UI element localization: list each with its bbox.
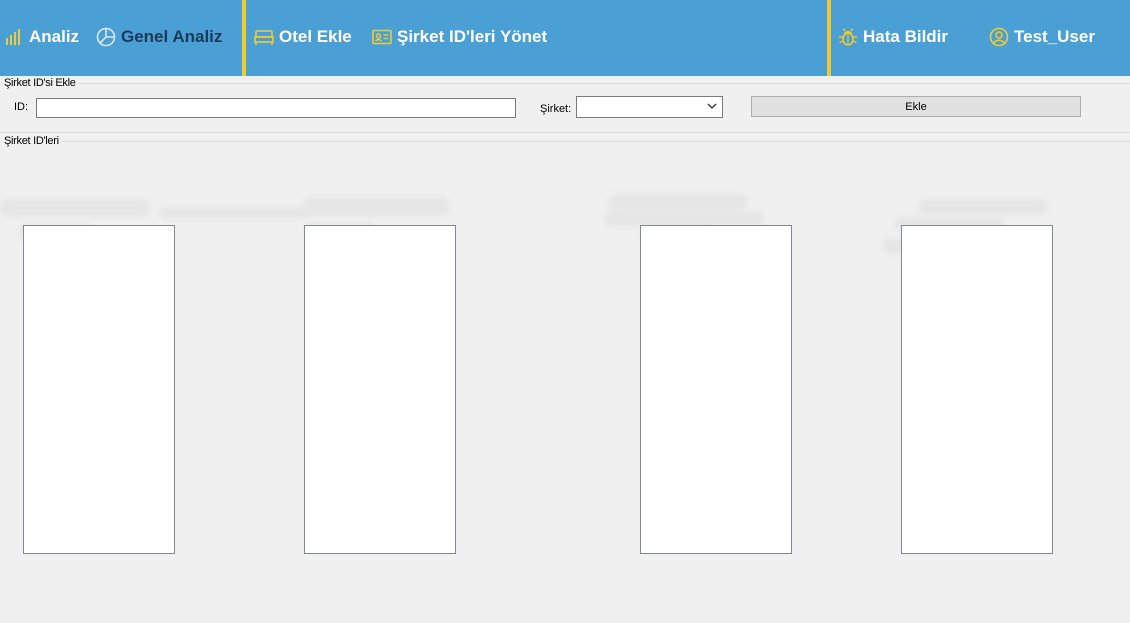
nav-hata-bildir[interactable]: Hata Bildir [837, 25, 948, 49]
nav-hata-bildir-label: Hata Bildir [863, 27, 949, 46]
redacted-label [918, 199, 1048, 215]
list-group-title: Şirket ID'leri [4, 135, 61, 147]
nav-sirket-id-yonet-label: Şirket ID'leri Yönet [397, 27, 548, 46]
nav-separator [242, 0, 246, 76]
nav-genel-analiz[interactable]: Genel Analiz [95, 25, 222, 49]
company-id-listbox[interactable] [304, 225, 456, 554]
user-circle-icon [988, 26, 1010, 48]
bug-icon [837, 26, 859, 48]
groupbox-border [62, 141, 1130, 142]
redacted-label [0, 199, 150, 217]
nav-genel-analiz-label: Genel Analiz [121, 27, 223, 46]
top-nav-bar: Analiz Genel Analiz Otel Ekle Şirket ID'… [0, 0, 1130, 76]
nav-user-label: Test_User [1014, 27, 1095, 46]
chevron-down-icon [707, 103, 717, 109]
pie-chart-icon [95, 26, 117, 48]
redacted-label [303, 196, 449, 216]
id-card-icon [371, 26, 393, 48]
company-id-listbox[interactable] [23, 225, 175, 554]
nav-analiz-label: Analiz [29, 27, 80, 46]
id-input[interactable] [36, 98, 516, 118]
company-id-listbox[interactable] [901, 225, 1053, 554]
nav-analiz[interactable]: Analiz [3, 25, 79, 49]
redacted-label [160, 207, 310, 219]
id-label: ID: [14, 101, 29, 113]
company-label: Şirket: [540, 103, 572, 115]
redacted-label [608, 194, 748, 210]
nav-user[interactable]: Test_User [988, 25, 1095, 49]
groupbox-border [60, 83, 1130, 84]
bed-icon [253, 26, 275, 48]
add-button[interactable]: Ekle [751, 96, 1081, 117]
nav-otel-ekle-label: Otel Ekle [279, 27, 352, 46]
nav-sirket-id-yonet[interactable]: Şirket ID'leri Yönet [371, 25, 547, 49]
company-select[interactable] [576, 96, 723, 118]
bar-chart-icon [3, 26, 25, 48]
divider [0, 132, 1130, 133]
nav-otel-ekle[interactable]: Otel Ekle [253, 25, 352, 49]
add-group-title: Şirket ID'si Ekle [4, 77, 78, 89]
company-id-listbox[interactable] [640, 225, 792, 554]
nav-separator [827, 0, 831, 76]
